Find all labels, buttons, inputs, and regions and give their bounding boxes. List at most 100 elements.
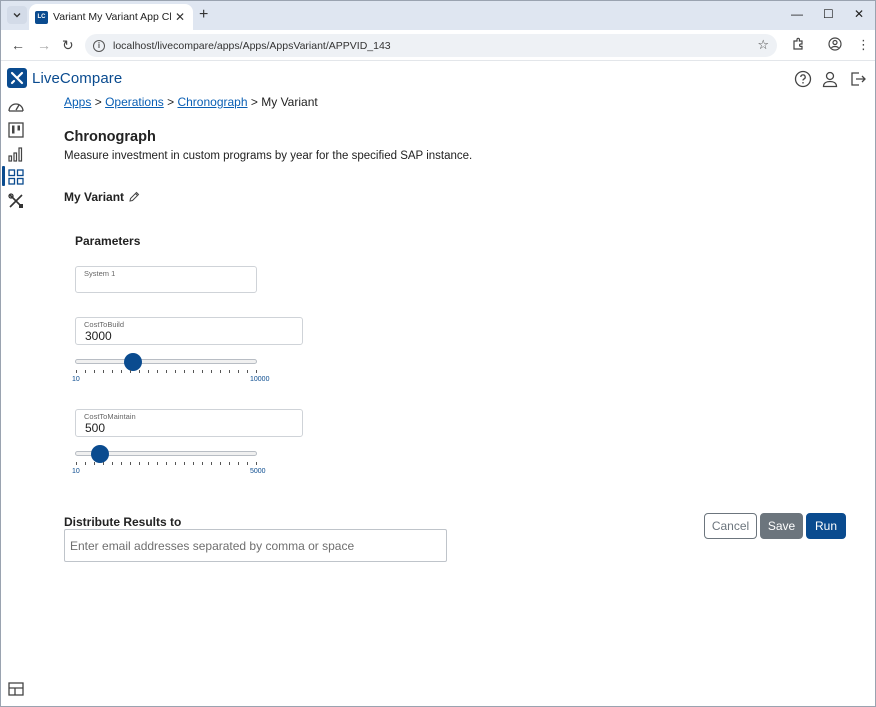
slider-tick [130,462,131,465]
page-title: Chronograph [64,129,156,145]
minimize-icon[interactable]: — [791,7,803,21]
variant-name: My Variant [64,190,140,204]
breadcrumb-current: My Variant [261,95,318,109]
slider-tick [256,462,257,465]
cost-to-build-max-label: 10000 [250,376,270,383]
tab-favicon: LC [35,10,48,24]
slider-tick [148,370,149,373]
save-button[interactable]: Save [760,513,803,539]
cost-to-maintain-max-label: 5000 [250,468,266,475]
back-arrow-icon[interactable]: ← [11,37,25,53]
slider-tick [175,462,176,465]
slider-tick [220,370,221,373]
slider-tick [247,462,248,465]
cost-to-build-value: 3000 [85,329,112,343]
browser-toolbar: ← → ↻ i localhost/livecompare/apps/Apps/… [1,30,875,61]
maximize-icon[interactable]: ☐ [823,7,834,21]
slider-tick [184,370,185,373]
app-logo[interactable]: LiveCompare [7,68,122,88]
slider-tick [139,462,140,465]
slider-tick [157,462,158,465]
slider-tick [121,462,122,465]
slider-tick [229,462,230,465]
chevron-down-icon [13,13,21,18]
pencil-edit-icon[interactable] [128,191,140,203]
help-icon[interactable] [794,70,812,88]
slider-track[interactable] [75,359,257,364]
run-button[interactable]: Run [806,513,846,539]
tools-icon[interactable] [7,192,25,210]
cost-to-maintain-field[interactable]: CostToMaintain 500 [75,409,303,437]
slider-tick [76,462,77,465]
slider-tick [85,462,86,465]
slider-ticks [75,370,257,374]
new-tab-icon[interactable]: + [199,6,208,24]
url-text: localhost/livecompare/apps/Apps/AppsVari… [113,39,391,52]
profile-icon[interactable] [828,37,842,54]
slider-tick [247,370,248,373]
slider-tick [112,462,113,465]
tab-strip: LC Variant My Variant App Chronograph ✕ … [1,1,875,30]
slider-ticks [75,462,257,466]
slider-tick [166,462,167,465]
slider-tick [193,462,194,465]
address-bar[interactable]: i localhost/livecompare/apps/Apps/AppsVa… [85,34,777,57]
breadcrumb-separator: > [167,95,175,109]
reload-icon[interactable]: ↻ [62,37,74,54]
extensions-icon[interactable] [791,37,805,54]
browser-tab[interactable]: LC Variant My Variant App Chronograph ✕ [29,4,193,30]
slider-tick [94,462,95,465]
kanban-board-icon[interactable] [7,121,25,139]
bar-chart-icon[interactable] [7,145,25,163]
cost-to-build-slider[interactable] [75,353,257,374]
slider-tick [166,370,167,373]
forward-arrow-icon[interactable]: → [37,37,51,53]
more-menu-icon[interactable]: ⋮ [857,37,870,53]
slider-tick [103,370,104,373]
browser-window: LC Variant My Variant App Chronograph ✕ … [0,0,876,707]
slider-tick [202,462,203,465]
slider-tick [112,370,113,373]
distribute-email-input[interactable] [64,529,447,562]
slider-thumb[interactable] [91,445,110,463]
logout-icon[interactable] [849,70,867,88]
breadcrumb-link-operations[interactable]: Operations [105,95,164,109]
apps-grid-icon[interactable] [7,168,25,186]
system1-field[interactable]: System 1 [75,266,257,293]
dashboard-gauge-icon[interactable] [7,98,25,116]
slider-tick [76,370,77,373]
slider-tick [94,370,95,373]
cost-to-build-field[interactable]: CostToBuild 3000 [75,317,303,345]
site-info-icon[interactable]: i [93,39,105,52]
slider-thumb[interactable] [124,353,143,371]
sidebar-active-indicator [2,166,5,186]
close-window-icon[interactable]: ✕ [854,7,864,21]
slider-tick [238,462,239,465]
slider-tick [211,462,212,465]
system1-label: System 1 [84,269,116,278]
cost-to-maintain-value: 500 [85,421,106,435]
breadcrumb-link-chronograph[interactable]: Chronograph [177,95,247,109]
distribute-label: Distribute Results to [64,515,182,529]
page-description: Measure investment in custom programs by… [64,150,473,162]
parameters-title: Parameters [75,234,141,248]
bookmark-star-icon[interactable]: ☆ [757,37,769,53]
cost-to-maintain-label: CostToMaintain [84,412,136,421]
user-icon[interactable] [821,70,839,88]
breadcrumb: Apps > Operations > Chronograph > My Var… [64,95,318,109]
breadcrumb-link-apps[interactable]: Apps [64,95,91,109]
cancel-button[interactable]: Cancel [704,513,757,539]
slider-tick [175,370,176,373]
slider-tick [157,370,158,373]
layout-panel-icon[interactable] [8,682,24,696]
slider-tick [121,370,122,373]
slider-tick [202,370,203,373]
tab-close-icon[interactable]: ✕ [175,10,185,24]
slider-tick [238,370,239,373]
cost-to-maintain-min-label: 10 [72,468,80,475]
slider-tick [193,370,194,373]
cost-to-maintain-slider[interactable] [75,445,257,466]
tab-search-button[interactable] [7,6,27,24]
logo-text: LiveCompare [32,69,123,87]
variant-name-text: My Variant [64,190,125,204]
